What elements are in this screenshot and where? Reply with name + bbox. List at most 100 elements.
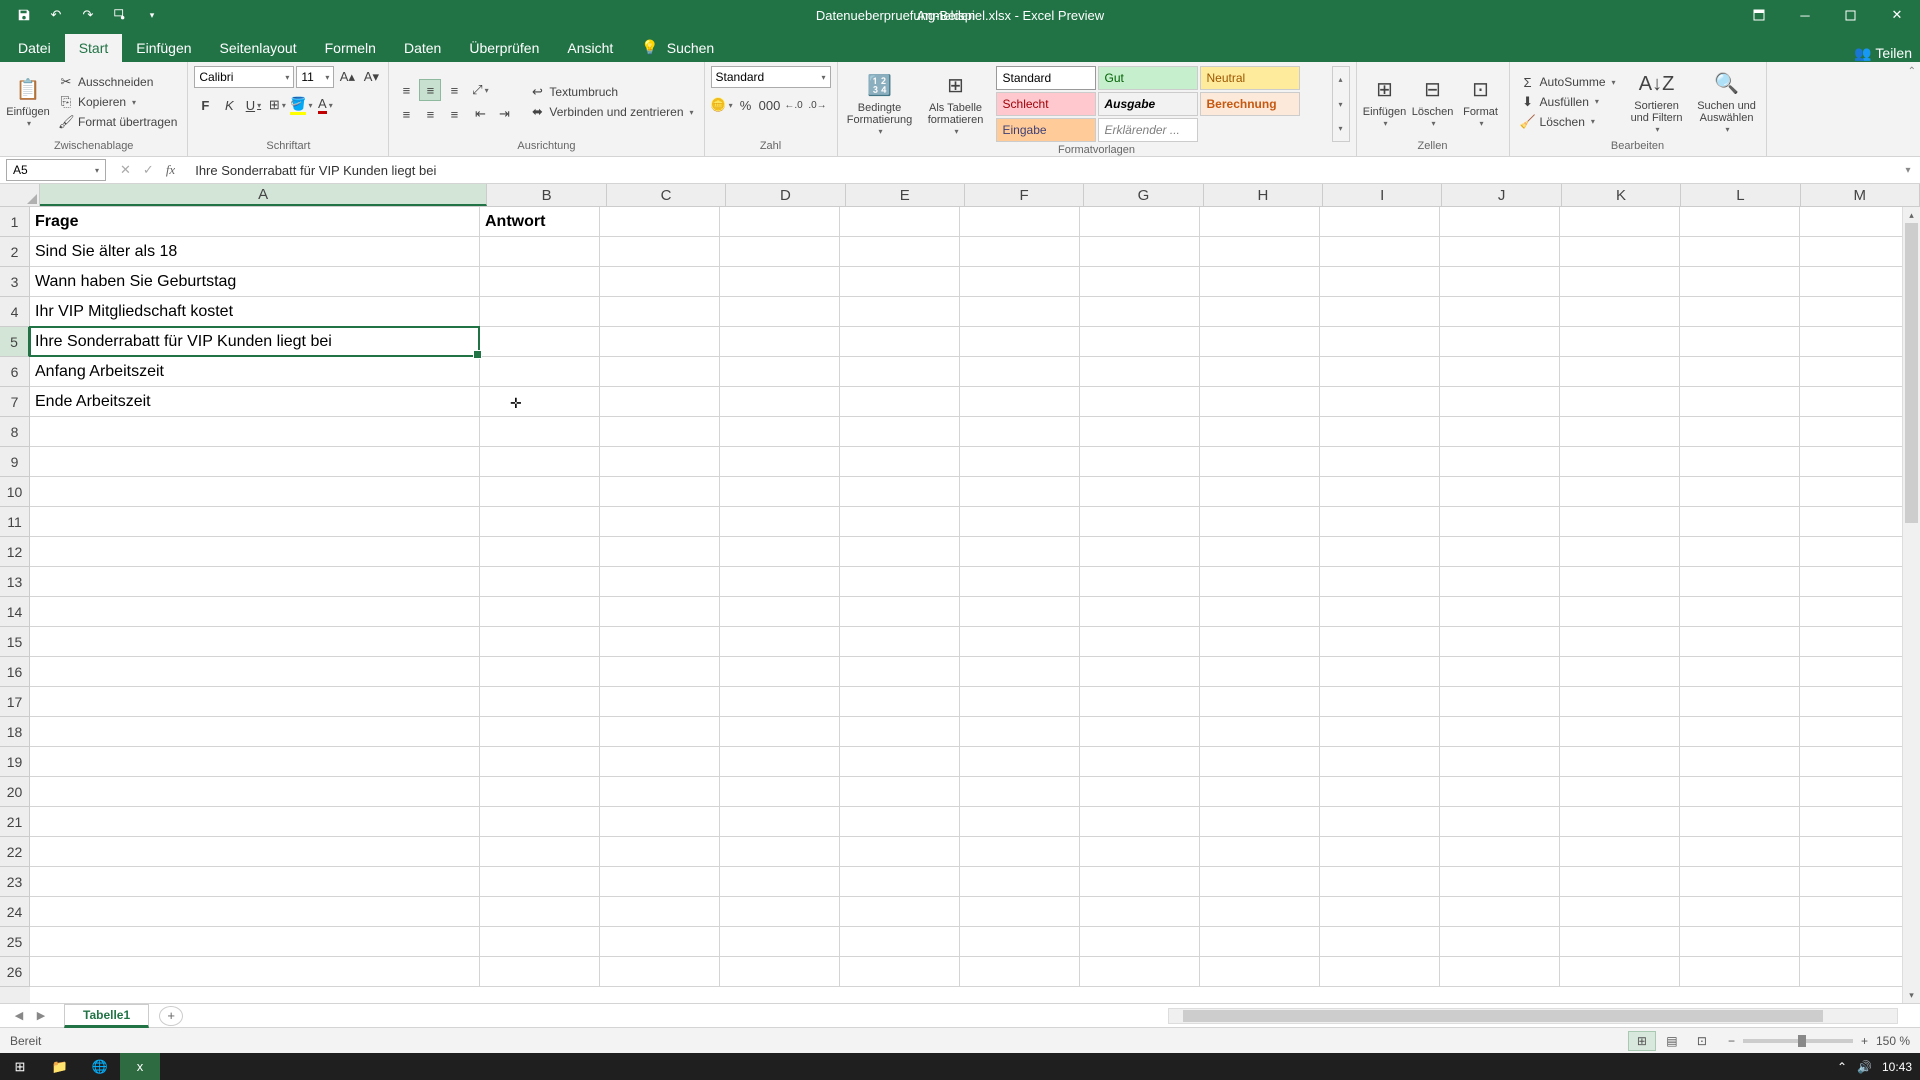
cell-A8[interactable] [30, 417, 480, 447]
cell-A14[interactable] [30, 597, 480, 627]
cell-D17[interactable] [720, 687, 840, 717]
align-middle-icon[interactable]: ≡ [419, 79, 441, 101]
cell-J17[interactable] [1440, 687, 1560, 717]
cell-D16[interactable] [720, 657, 840, 687]
cell-C23[interactable] [600, 867, 720, 897]
cell-E14[interactable] [840, 597, 960, 627]
cell-E16[interactable] [840, 657, 960, 687]
cell-K25[interactable] [1560, 927, 1680, 957]
cell-B26[interactable] [480, 957, 600, 987]
cell-L3[interactable] [1680, 267, 1800, 297]
cell-E24[interactable] [840, 897, 960, 927]
cell-G5[interactable] [1080, 327, 1200, 357]
cell-H6[interactable] [1200, 357, 1320, 387]
cell-A17[interactable] [30, 687, 480, 717]
cell-H13[interactable] [1200, 567, 1320, 597]
cell-A9[interactable] [30, 447, 480, 477]
vertical-scrollbar[interactable]: ▴ ▾ [1902, 207, 1920, 1003]
cell-I15[interactable] [1320, 627, 1440, 657]
cell-J18[interactable] [1440, 717, 1560, 747]
cell-L2[interactable] [1680, 237, 1800, 267]
column-header-H[interactable]: H [1204, 184, 1323, 206]
view-page-layout-icon[interactable]: ▤ [1658, 1031, 1686, 1051]
cell-G1[interactable] [1080, 207, 1200, 237]
cell-C2[interactable] [600, 237, 720, 267]
row-header-22[interactable]: 22 [0, 837, 30, 867]
cell-H18[interactable] [1200, 717, 1320, 747]
cell-K24[interactable] [1560, 897, 1680, 927]
ribbon-display-icon[interactable] [1736, 0, 1782, 30]
start-button[interactable]: ⊞ [0, 1053, 40, 1080]
tab-einfuegen[interactable]: Einfügen [122, 34, 205, 62]
cell-K8[interactable] [1560, 417, 1680, 447]
cell-D19[interactable] [720, 747, 840, 777]
cell-J14[interactable] [1440, 597, 1560, 627]
tab-formeln[interactable]: Formeln [311, 34, 390, 62]
cell-G8[interactable] [1080, 417, 1200, 447]
cell-L17[interactable] [1680, 687, 1800, 717]
cell-A16[interactable] [30, 657, 480, 687]
cell-F12[interactable] [960, 537, 1080, 567]
zoom-out-icon[interactable]: − [1728, 1034, 1735, 1048]
cell-C6[interactable] [600, 357, 720, 387]
cell-A19[interactable] [30, 747, 480, 777]
tab-seitenlayout[interactable]: Seitenlayout [206, 34, 311, 62]
cell-G21[interactable] [1080, 807, 1200, 837]
cell-D14[interactable] [720, 597, 840, 627]
cell-E7[interactable] [840, 387, 960, 417]
delete-cells-button[interactable]: ⊟Löschen▾ [1411, 66, 1455, 138]
cell-H23[interactable] [1200, 867, 1320, 897]
cell-H8[interactable] [1200, 417, 1320, 447]
cell-I12[interactable] [1320, 537, 1440, 567]
cell-L6[interactable] [1680, 357, 1800, 387]
column-header-F[interactable]: F [965, 184, 1084, 206]
touch-mode-icon[interactable] [104, 0, 136, 30]
cell-F10[interactable] [960, 477, 1080, 507]
collapse-ribbon-icon[interactable]: ⌃ [1908, 66, 1916, 77]
cell-J12[interactable] [1440, 537, 1560, 567]
cell-L20[interactable] [1680, 777, 1800, 807]
cell-D8[interactable] [720, 417, 840, 447]
cell-E5[interactable] [840, 327, 960, 357]
cell-D3[interactable] [720, 267, 840, 297]
tab-daten[interactable]: Daten [390, 34, 455, 62]
align-bottom-icon[interactable]: ≡ [443, 79, 465, 101]
cell-B15[interactable] [480, 627, 600, 657]
cell-L5[interactable] [1680, 327, 1800, 357]
cell-J5[interactable] [1440, 327, 1560, 357]
cell-B8[interactable] [480, 417, 600, 447]
cell-H20[interactable] [1200, 777, 1320, 807]
cell-K12[interactable] [1560, 537, 1680, 567]
format-as-table-button[interactable]: ⊞ Als Tabelle formatieren▾ [920, 66, 992, 142]
cell-A18[interactable] [30, 717, 480, 747]
cell-J24[interactable] [1440, 897, 1560, 927]
cell-A26[interactable] [30, 957, 480, 987]
cell-K9[interactable] [1560, 447, 1680, 477]
cut-button[interactable]: ✂Ausschneiden [54, 73, 181, 91]
cell-L21[interactable] [1680, 807, 1800, 837]
column-header-G[interactable]: G [1084, 184, 1203, 206]
cell-K19[interactable] [1560, 747, 1680, 777]
cell-F18[interactable] [960, 717, 1080, 747]
row-header-19[interactable]: 19 [0, 747, 30, 777]
cell-G22[interactable] [1080, 837, 1200, 867]
fx-icon[interactable]: fx [166, 162, 175, 178]
cell-J8[interactable] [1440, 417, 1560, 447]
increase-indent-icon[interactable]: ⇥ [493, 103, 515, 125]
row-header-10[interactable]: 10 [0, 477, 30, 507]
cell-I9[interactable] [1320, 447, 1440, 477]
cell-F23[interactable] [960, 867, 1080, 897]
style-neutral[interactable]: Neutral [1200, 66, 1300, 90]
cell-D9[interactable] [720, 447, 840, 477]
cell-J6[interactable] [1440, 357, 1560, 387]
row-header-14[interactable]: 14 [0, 597, 30, 627]
cell-J1[interactable] [1440, 207, 1560, 237]
cell-L4[interactable] [1680, 297, 1800, 327]
cell-A2[interactable]: Sind Sie älter als 18 [30, 237, 480, 267]
cell-C26[interactable] [600, 957, 720, 987]
cell-F3[interactable] [960, 267, 1080, 297]
cell-I16[interactable] [1320, 657, 1440, 687]
cell-L24[interactable] [1680, 897, 1800, 927]
cell-G23[interactable] [1080, 867, 1200, 897]
merge-center-button[interactable]: ⬌Verbinden und zentrieren▾ [525, 103, 697, 121]
